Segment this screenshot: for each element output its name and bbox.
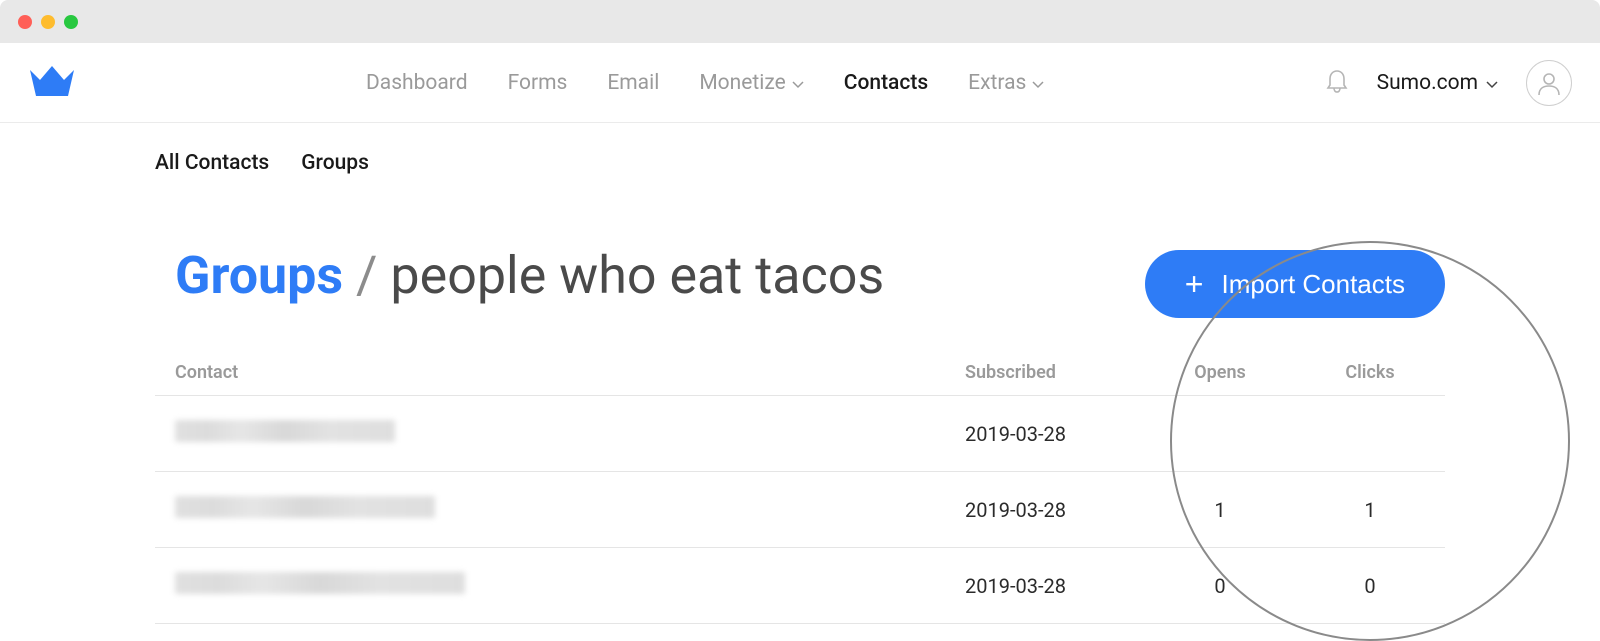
site-selector[interactable]: Sumo.com [1377,71,1498,95]
col-header-clicks: Clicks [1295,362,1445,383]
nav-dashboard[interactable]: Dashboard [366,71,468,95]
redacted-text [175,496,435,518]
window-titlebar [0,0,1600,43]
cell-clicks: 0 [1295,574,1445,598]
contacts-table: Contact Subscribed Opens Clicks 2019-03-… [155,350,1445,624]
maximize-window-button[interactable] [64,15,78,29]
subnav-groups[interactable]: Groups [301,151,369,175]
table-row[interactable]: 2019-03-28 0 0 [155,548,1445,624]
nav-right: Sumo.com [1325,60,1572,106]
col-header-subscribed: Subscribed [965,362,1145,383]
close-window-button[interactable] [18,15,32,29]
plus-icon: + [1185,268,1204,300]
nav-links: Dashboard Forms Email Monetize Contacts … [366,71,1044,95]
nav-forms[interactable]: Forms [508,71,568,95]
cell-contact [155,572,965,599]
import-contacts-label: Import Contacts [1221,269,1405,300]
top-navbar: Dashboard Forms Email Monetize Contacts … [0,43,1600,123]
cell-opens: 1 [1145,498,1295,522]
cell-subscribed: 2019-03-28 [965,574,1145,598]
chevron-down-icon [792,71,804,95]
logo-crown-icon[interactable] [28,62,76,104]
import-contacts-button[interactable]: + Import Contacts [1145,250,1445,318]
nav-contacts[interactable]: Contacts [844,71,928,95]
table-row[interactable]: 2019-03-28 [155,396,1445,472]
nav-extras-label: Extras [968,71,1026,95]
nav-monetize[interactable]: Monetize [699,71,803,95]
cell-clicks: 1 [1295,498,1445,522]
page-content: All Contacts Groups Groups / people who … [0,151,1600,624]
chevron-down-icon [1032,71,1044,95]
redacted-text [175,420,395,442]
page-header: Groups / people who eat tacos + Import C… [155,245,1445,306]
table-row[interactable]: 2019-03-28 1 1 [155,472,1445,548]
nav-extras[interactable]: Extras [968,71,1044,95]
page-title-sep: / [343,245,390,306]
chevron-down-icon [1486,71,1498,95]
subnav-all-contacts[interactable]: All Contacts [155,151,269,175]
cell-contact [155,496,965,523]
table-header: Contact Subscribed Opens Clicks [155,350,1445,396]
nav-email[interactable]: Email [607,71,659,95]
col-header-opens: Opens [1145,362,1295,383]
cell-subscribed: 2019-03-28 [965,422,1145,446]
redacted-text [175,572,465,594]
page-title-prefix: Groups [175,245,343,306]
nav-monetize-label: Monetize [699,71,785,95]
page-title-name: people who eat tacos [390,245,884,306]
col-header-contact: Contact [155,362,965,383]
site-name: Sumo.com [1377,71,1478,95]
cell-subscribed: 2019-03-28 [965,498,1145,522]
cell-opens: 0 [1145,574,1295,598]
minimize-window-button[interactable] [41,15,55,29]
notifications-bell-icon[interactable] [1325,68,1349,98]
user-avatar[interactable] [1526,60,1572,106]
cell-contact [155,420,965,447]
page-title: Groups / people who eat tacos [155,245,884,306]
contacts-subnav: All Contacts Groups [155,151,1445,175]
